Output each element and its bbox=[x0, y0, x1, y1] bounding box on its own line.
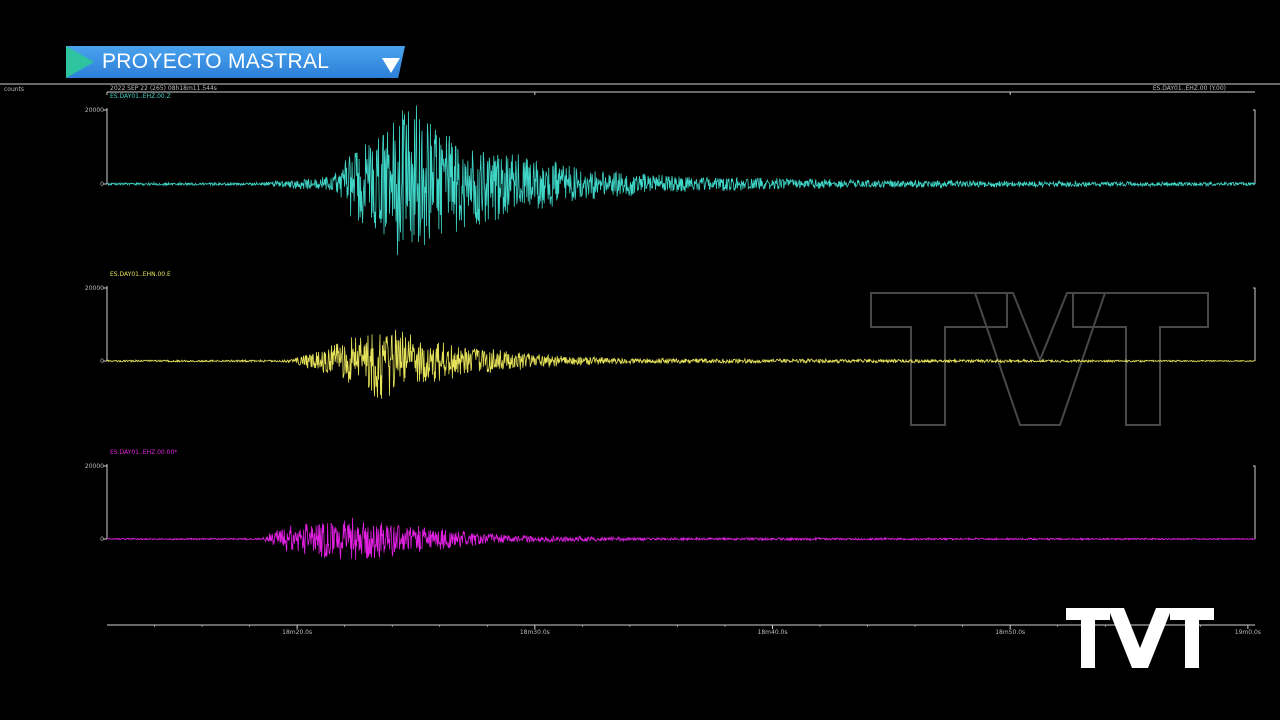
right-frame bbox=[1253, 109, 1256, 184]
series-waveform bbox=[107, 517, 1256, 560]
x-tick-label: 18m30.0s bbox=[520, 629, 550, 636]
tvt-logo bbox=[1066, 608, 1214, 668]
y-tick-label: 0 bbox=[100, 181, 104, 188]
series-label: ES.DAY01..EHZ.00.00* bbox=[110, 449, 177, 456]
x-tick-label: 18m50.0s bbox=[995, 629, 1025, 636]
series-label: ES.DAY01..EHZ.00.Z bbox=[110, 93, 171, 100]
tvt-watermark bbox=[870, 292, 1209, 426]
right-frame bbox=[1253, 465, 1256, 539]
x-tick-label: 19m0.0s bbox=[1235, 629, 1261, 636]
series-waveform bbox=[106, 329, 1256, 399]
y-tick-label: 20000 bbox=[85, 463, 104, 470]
x-tick-label: 18m40.0s bbox=[758, 629, 788, 636]
series-label: ES.DAY01..EHN.00.E bbox=[110, 271, 171, 278]
x-tick-label: 18m20.0s bbox=[282, 629, 312, 636]
y-tick-label: 20000 bbox=[85, 285, 104, 292]
series-waveform bbox=[107, 105, 1256, 256]
right-frame bbox=[1253, 287, 1256, 361]
y-tick-label: 0 bbox=[100, 536, 104, 543]
y-tick-label: 20000 bbox=[85, 107, 104, 114]
y-tick-label: 0 bbox=[100, 358, 104, 365]
